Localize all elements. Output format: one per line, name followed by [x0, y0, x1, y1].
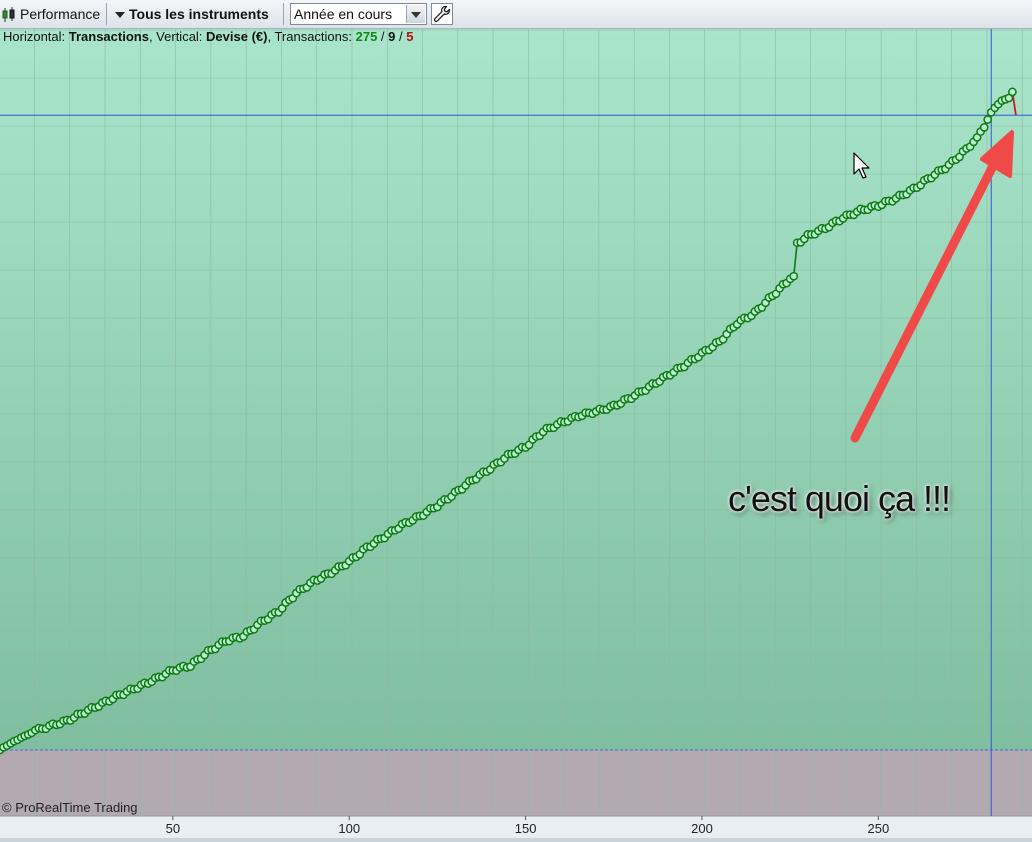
copyright-text: © ProRealTime Trading	[2, 800, 138, 815]
candlestick-icon	[2, 7, 15, 22]
x-tick-label: 250	[867, 821, 889, 836]
equity-chart[interactable]: 50 100 150 200 250	[0, 29, 1032, 838]
data-point	[983, 115, 993, 124]
data-point	[1008, 87, 1017, 97]
chart-info-line: Horizontal: Transactions, Vertical: Devi…	[3, 29, 414, 44]
mouse-cursor-icon	[853, 152, 870, 179]
period-select[interactable]: Année en cours	[290, 3, 427, 25]
period-dropdown-button[interactable]	[406, 5, 425, 23]
toolbar: Performance Tous les instruments Année e…	[0, 0, 1032, 29]
negative-zone	[0, 750, 1032, 816]
instruments-dropdown[interactable]: Tous les instruments	[129, 4, 269, 24]
status-strip	[0, 838, 1032, 842]
period-value: Année en cours	[294, 6, 393, 22]
x-tick-label: 100	[338, 821, 360, 836]
x-tick-label: 50	[166, 821, 180, 836]
transactions-total: 275	[355, 29, 378, 44]
data-point	[789, 271, 799, 281]
x-tick-label: 150	[515, 821, 537, 836]
x-tick-label: 200	[691, 821, 713, 836]
data-point	[979, 123, 989, 132]
settings-button[interactable]	[431, 3, 453, 25]
performance-menu[interactable]: Performance	[20, 4, 100, 24]
toolbar-separator	[283, 3, 284, 25]
annotation-text: c'est quoi ça !!!	[728, 478, 951, 519]
transactions-losing: 5	[406, 29, 414, 44]
toolbar-separator	[106, 3, 107, 25]
wrench-icon	[433, 5, 451, 22]
dropdown-arrow-icon[interactable]	[115, 12, 125, 18]
chevron-down-icon	[411, 12, 421, 18]
